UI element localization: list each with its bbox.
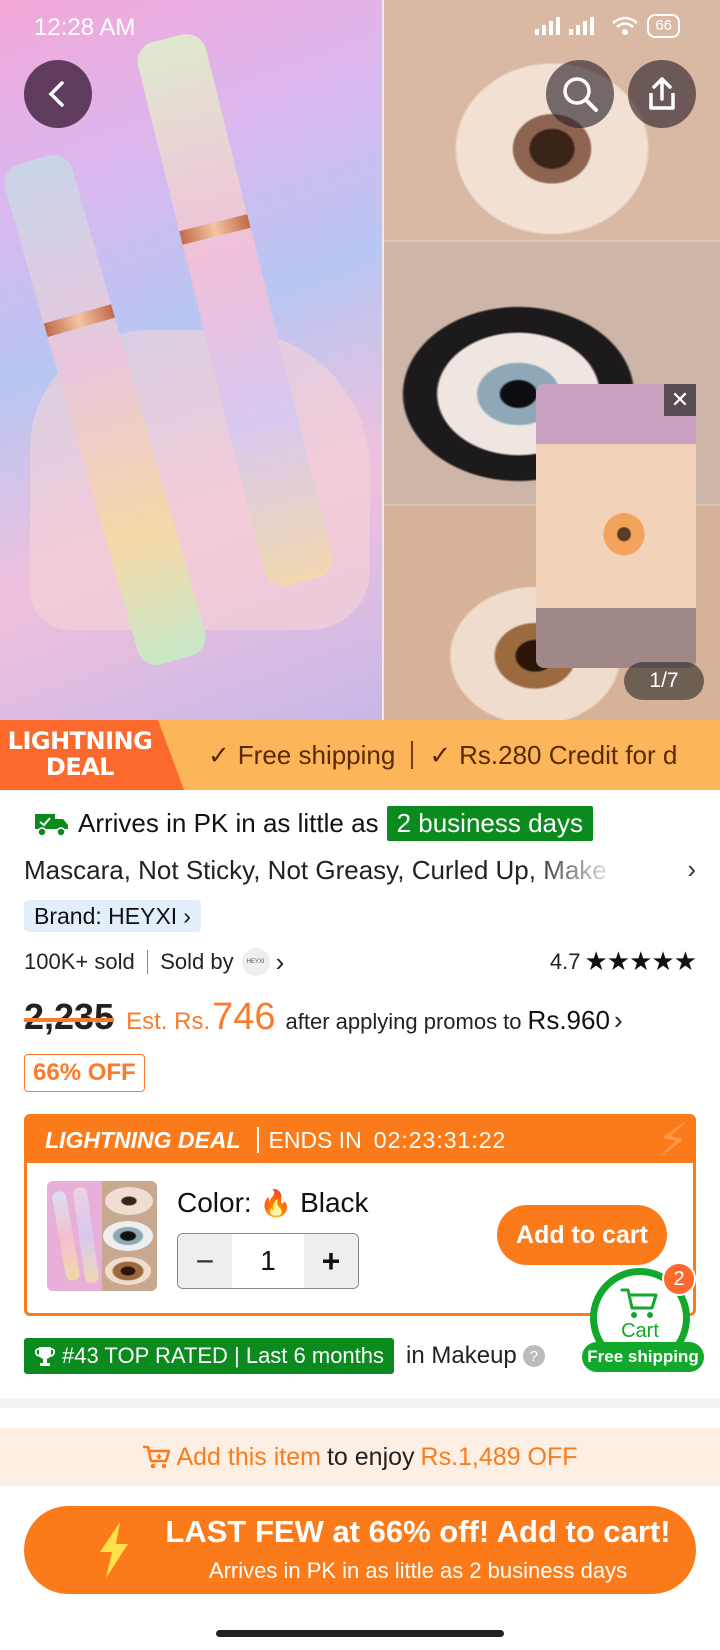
chevron-left-icon	[48, 81, 64, 107]
cart-add-icon	[143, 1445, 171, 1469]
delivery-text: Arrives in PK in as little as	[78, 808, 379, 838]
help-icon[interactable]: ?	[522, 1345, 545, 1367]
flame-icon: 🔥	[259, 1187, 293, 1218]
lightning-icon	[100, 1522, 128, 1578]
delivery-truck-icon	[35, 813, 68, 837]
ends-in-label: ENDS IN	[268, 1126, 362, 1153]
trophy-icon	[34, 1347, 56, 1366]
back-button[interactable]	[24, 60, 92, 128]
cta-sub-text: Arrives in PK in as little as 2 business…	[208, 1558, 628, 1583]
check-icon: ✓	[429, 739, 452, 770]
lightning-deal-tag: LIGHTNING DEAL	[0, 720, 184, 790]
deal-box-header: LIGHTNING DEAL ENDS IN 02:23:31:22 ⚡	[27, 1117, 693, 1163]
rating-stars: ★★★★★	[584, 946, 697, 976]
image-page-counter: 1/7	[624, 662, 704, 700]
status-bar: 12:28 AM 66	[0, 0, 720, 52]
promo-text: after applying promos to	[285, 1009, 522, 1034]
add-to-cart-button[interactable]: Add to cart	[497, 1205, 667, 1265]
promo-price-link[interactable]: Rs.960	[528, 1005, 610, 1036]
cart-free-shipping-label: Free shipping	[582, 1342, 704, 1372]
estimated-price-label: Est. Rs.	[126, 1008, 211, 1035]
decrease-quantity-button[interactable]: −	[178, 1234, 232, 1288]
video-face-image	[536, 444, 696, 608]
brand-link[interactable]: Brand: HEYXI ›	[24, 900, 201, 932]
check-icon: ✓	[208, 739, 230, 770]
lightning-deal-banner: LIGHTNING DEAL ✓ Free shipping ✓ Rs.280 …	[0, 720, 720, 790]
discount-badge: 66% OFF	[24, 1054, 145, 1092]
top-rated-category: in Makeup	[406, 1342, 517, 1369]
chevron-right-icon: ›	[687, 854, 696, 884]
product-title: Mascara, Not Sticky, Not Greasy, Curled …	[24, 854, 607, 885]
promo-add-item: Add this item	[176, 1442, 321, 1471]
chevron-right-icon: ›	[183, 902, 191, 929]
sold-by-link[interactable]: Sold by	[160, 949, 233, 975]
last-few-add-to-cart-button[interactable]: LAST FEW at 66% off! Add to cart! Arrive…	[24, 1506, 696, 1594]
share-icon	[649, 77, 675, 110]
signal-icon	[535, 17, 595, 35]
status-time: 12:28 AM	[34, 14, 136, 41]
deal-timer: 02:23:31:22	[373, 1126, 507, 1153]
seller-logo[interactable]: HEYXI	[241, 948, 270, 976]
share-button[interactable]	[628, 60, 696, 128]
chevron-right-icon: ›	[613, 1005, 623, 1035]
delivery-estimate: Arrives in PK in as little as 2 business…	[34, 806, 594, 841]
chevron-right-icon: ›	[275, 946, 285, 977]
benefit-credit: Rs.280 Credit for d	[459, 739, 678, 770]
delivery-days-badge: 2 business days	[386, 806, 594, 841]
cart-count-badge: 2	[662, 1262, 696, 1296]
promo-enjoy: to enjoy	[326, 1442, 415, 1471]
product-rating[interactable]: 4.7 ★★★★★	[549, 946, 697, 977]
cart-label: Cart	[621, 1320, 659, 1342]
increase-quantity-button[interactable]: +	[304, 1234, 358, 1288]
color-selector[interactable]: Color: 🔥 Black	[177, 1187, 369, 1219]
rating-value: 4.7	[549, 948, 581, 974]
search-icon	[563, 77, 598, 112]
sold-count: 100K+ sold	[24, 949, 135, 974]
price-row: 2,235 Est. Rs. 746 after applying promos…	[24, 996, 623, 1039]
color-value: Black	[300, 1187, 369, 1218]
lightning-icon: ⚡	[656, 1114, 689, 1166]
video-preview[interactable]	[536, 384, 696, 668]
battery-indicator: 66	[647, 14, 680, 38]
benefit-free-shipping: Free shipping	[237, 739, 396, 770]
wifi-icon	[612, 16, 639, 35]
product-title-row[interactable]: Mascara, Not Sticky, Not Greasy, Curled …	[24, 852, 696, 888]
deal-benefits: ✓ Free shipping ✓ Rs.280 Credit for d	[208, 720, 677, 790]
product-thumbnail[interactable]	[47, 1181, 157, 1291]
cta-main-text: LAST FEW at 66% off! Add to cart!	[165, 1514, 671, 1549]
top-rated-badge[interactable]: #43 TOP RATED | Last 6 months	[24, 1338, 395, 1374]
product-image-carousel[interactable]: 12:28 AM 66 ✕ 1/7	[0, 0, 720, 720]
color-label: Color:	[177, 1187, 252, 1218]
close-video-button[interactable]: ✕	[664, 384, 696, 416]
brand-label: Brand: HEYXI	[34, 902, 178, 929]
original-price: 2,235	[24, 996, 115, 1037]
floating-cart-button[interactable]: Cart 2 Free shipping	[582, 1262, 704, 1372]
top-rated-row: #43 TOP RATED | Last 6 months in Makeup …	[24, 1338, 545, 1374]
top-rated-text: #43 TOP RATED | Last 6 months	[62, 1343, 385, 1368]
estimated-price: 746	[212, 996, 276, 1038]
cart-icon	[620, 1288, 658, 1318]
deal-box-title: LIGHTNING DEAL	[45, 1126, 241, 1153]
promo-amount: Rs.1,489 OFF	[420, 1442, 578, 1471]
promo-strip[interactable]: Add this item to enjoy Rs.1,489 OFF	[0, 1428, 720, 1486]
sales-meta-row: 100K+ sold Sold by HEYXI › 4.7 ★★★★★	[24, 946, 697, 978]
search-button[interactable]	[546, 60, 614, 128]
close-icon: ✕	[670, 387, 690, 412]
quantity-value[interactable]: 1	[232, 1234, 304, 1288]
quantity-stepper: − 1 +	[177, 1233, 359, 1289]
home-indicator[interactable]	[216, 1630, 504, 1637]
